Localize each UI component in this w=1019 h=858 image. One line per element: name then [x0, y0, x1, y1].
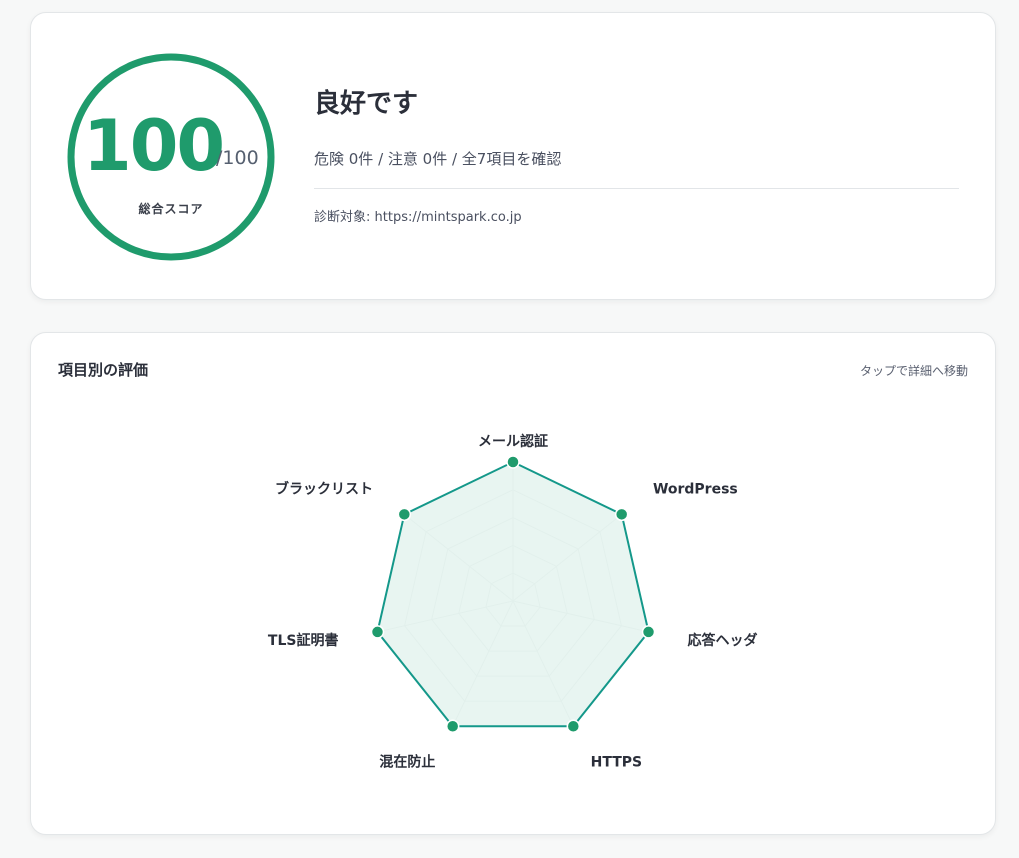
radar-chart: メール認証 WordPress 応答ヘッダ HTTPS 混在防止 TLS証明書 ブラックリス…: [268, 433, 758, 770]
score-caption: 総合スコア: [138, 202, 204, 216]
radar-point-https[interactable]: [566, 719, 581, 733]
radar-point-mixed-content[interactable]: [445, 719, 460, 733]
radar-label-mixed-content[interactable]: 混在防止: [379, 753, 435, 770]
radar-point-tls-cert[interactable]: [370, 625, 385, 639]
radar-point-blacklist[interactable]: [397, 507, 412, 522]
radar-label-wordpress[interactable]: WordPress: [653, 481, 738, 497]
radar-point-wordpress[interactable]: [614, 507, 629, 522]
radar-label-https[interactable]: HTTPS: [591, 754, 642, 770]
score-max: /100: [216, 147, 259, 169]
radar-label-response-headers[interactable]: 応答ヘッダ: [688, 632, 758, 649]
issue-counts: 危険 0件 / 注意 0件 / 全7項目を確認: [314, 150, 562, 168]
score-gauge: 100 /100 総合スコア: [66, 52, 276, 262]
divider: [314, 188, 959, 189]
radar-label-blacklist[interactable]: ブラックリスト: [275, 480, 373, 497]
score-summary-card: 100 /100 総合スコア 良好です 危険 0件 / 注意 0件 / 全7項目…: [30, 12, 996, 300]
radar-point-mail-auth[interactable]: [506, 455, 520, 469]
radar-label-mail-auth[interactable]: メール認証: [478, 433, 548, 450]
radar-score-area: [376, 460, 650, 728]
score-value: 100: [83, 105, 225, 187]
radar-label-tls-cert[interactable]: TLS証明書: [268, 632, 339, 649]
category-radar-card: 項目別の評価 タップで詳細へ移動 メール認証 WordPress 応答ヘッダ HTTP…: [30, 332, 996, 835]
radar-point-response-headers[interactable]: [641, 625, 656, 639]
verdict-heading: 良好です: [314, 89, 419, 119]
scan-target: 診断対象: https://mintspark.co.jp: [314, 210, 522, 225]
